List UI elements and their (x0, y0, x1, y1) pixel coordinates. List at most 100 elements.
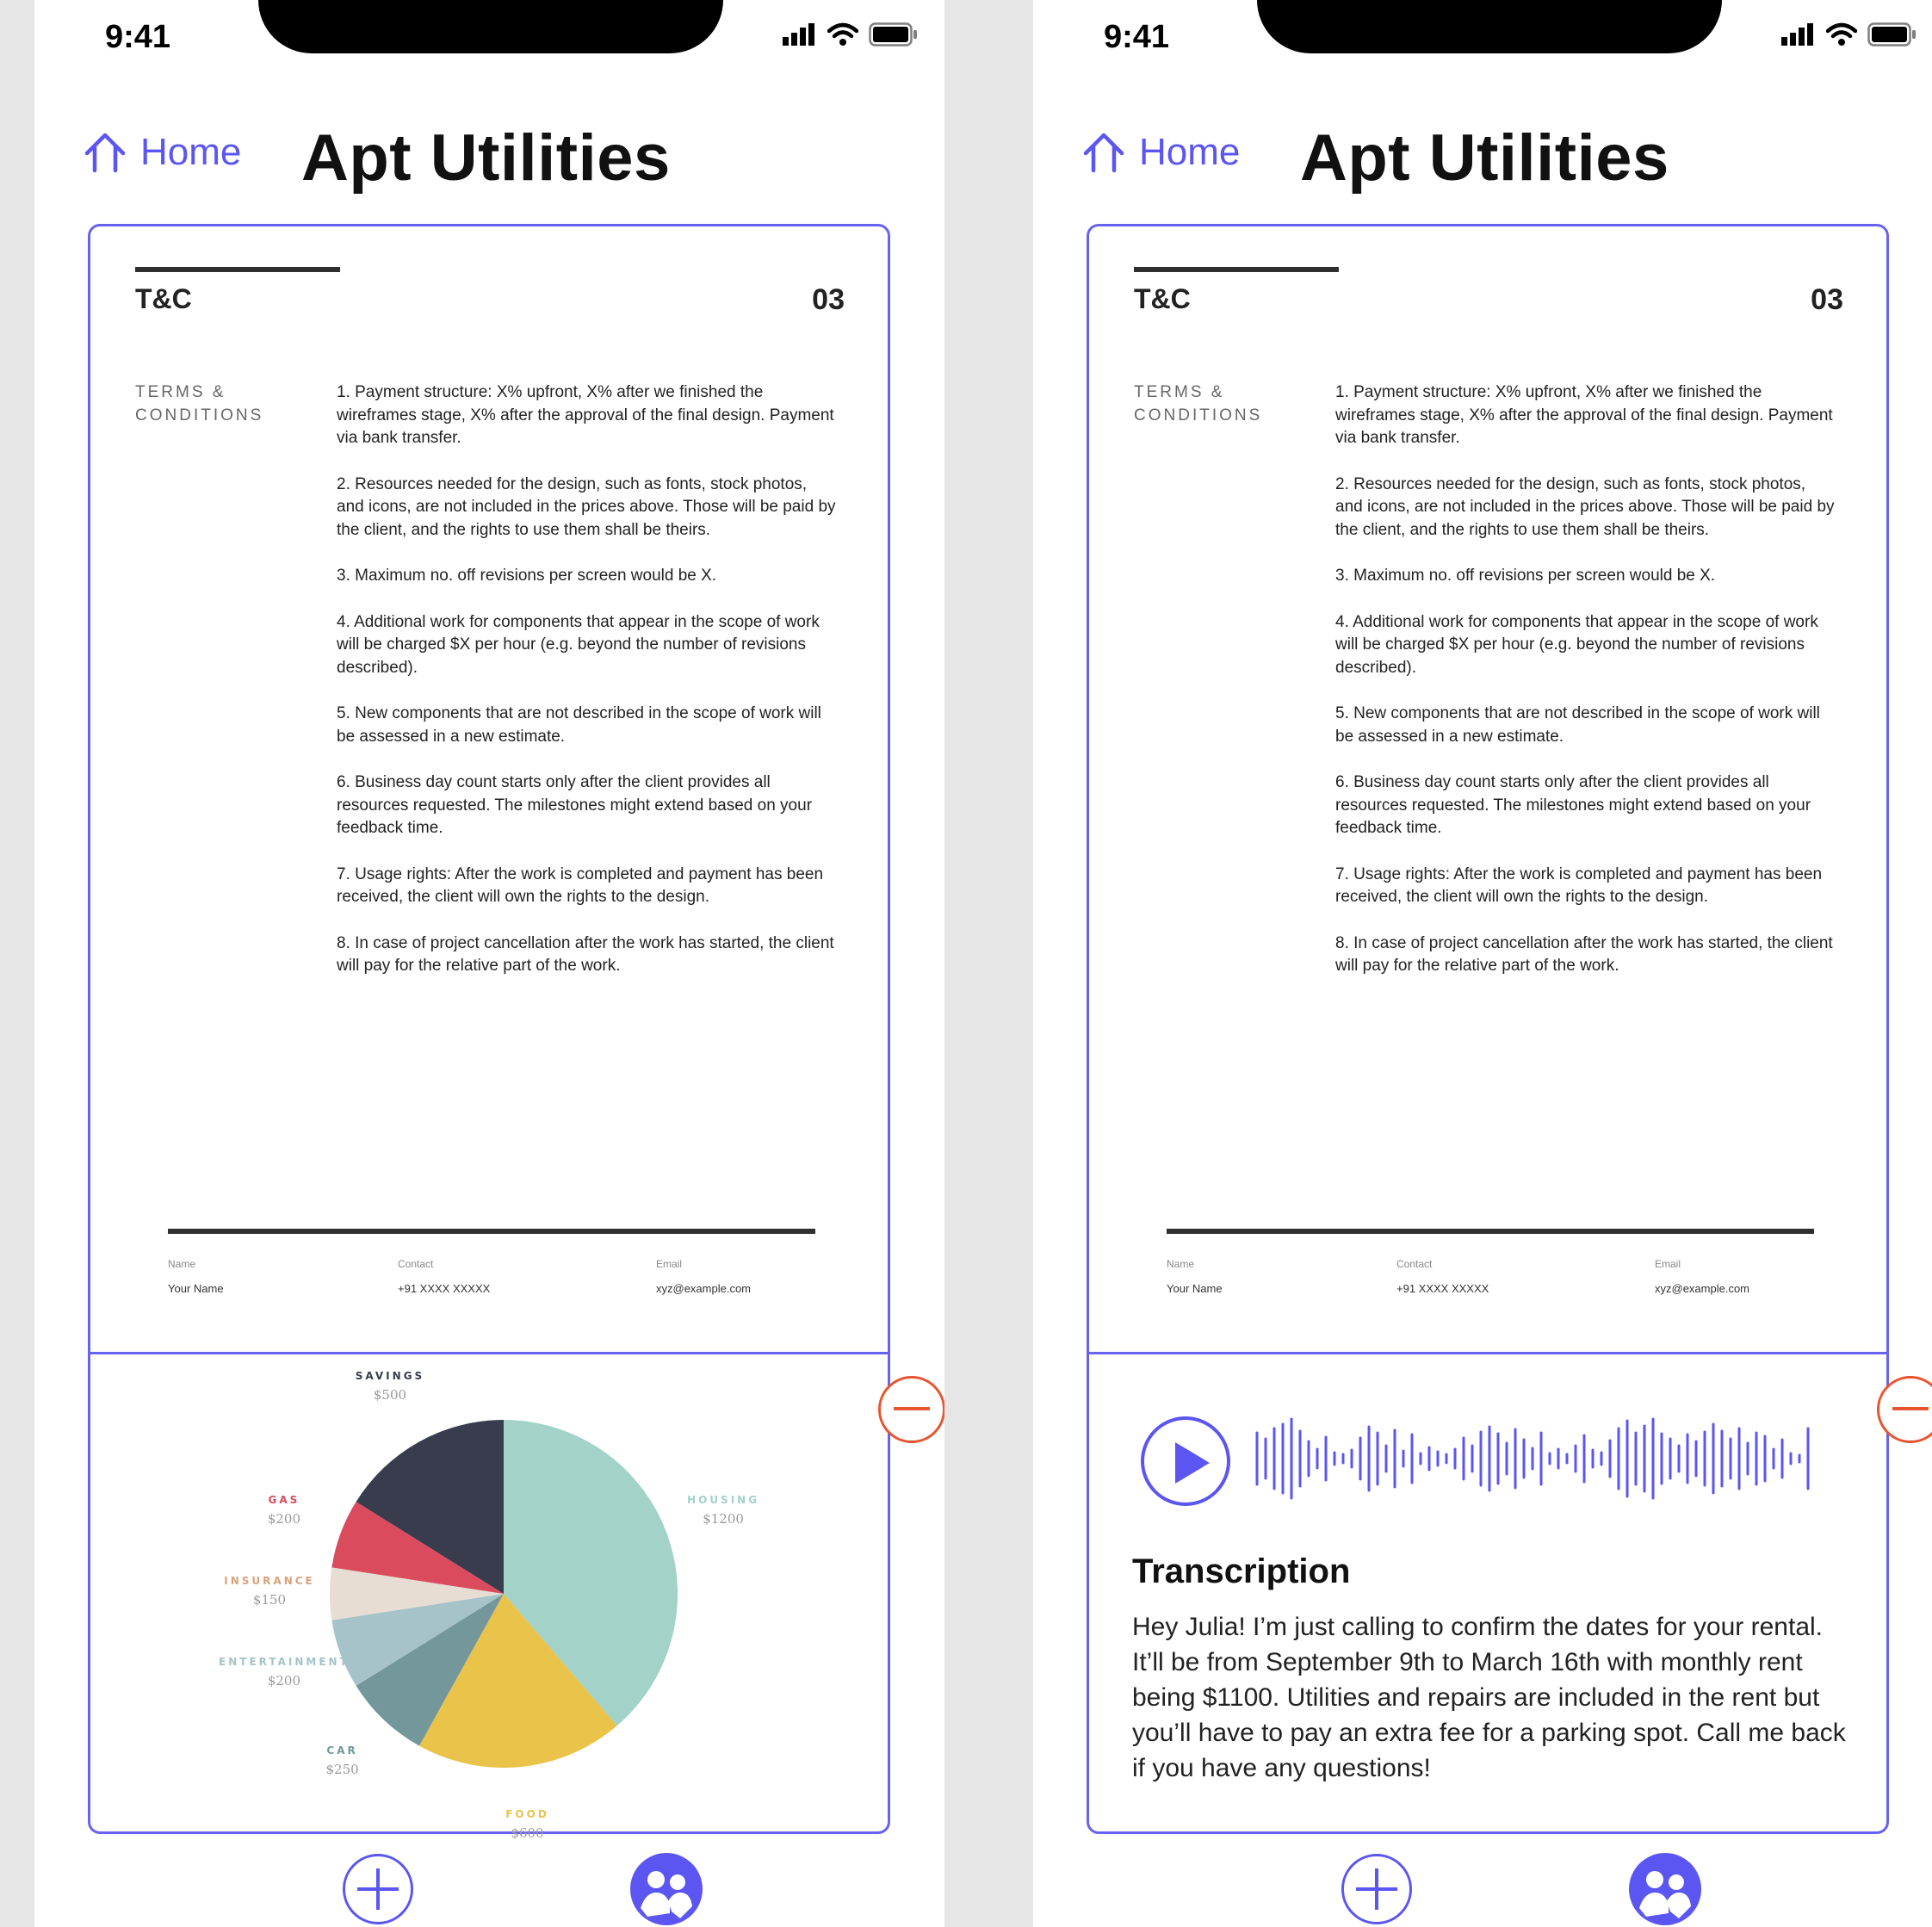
pie-label-food: FOOD $600 (459, 1808, 597, 1841)
term-item: 1. Payment structure: X% upfront, X% aft… (1335, 383, 1833, 447)
doc-top-rule (1134, 267, 1339, 272)
footer-contact-label: Contact (1396, 1258, 1433, 1270)
phone-screen-chart: 9:41 Home Apt Utilities T&C 03 TERMS & C… (34, 0, 944, 1927)
doc-heading: T&C (1134, 283, 1191, 314)
term-item: 1. Payment structure: X% upfront, X% aft… (337, 383, 834, 447)
pie-label-value: $150 (252, 1592, 287, 1608)
transcription-title: Transcription (1132, 1552, 1351, 1590)
term-item: 2. Resources needed for the design, such… (337, 474, 836, 539)
people-icon[interactable] (629, 1851, 704, 1927)
term-item: 3. Maximum no. off revisions per screen … (337, 567, 717, 585)
notch (1257, 0, 1722, 53)
add-button[interactable] (343, 1854, 413, 1924)
footer-name-label: Name (1167, 1258, 1195, 1270)
footer-name: Name Your Name (168, 1258, 224, 1295)
page-title: Apt Utilities (301, 121, 671, 195)
content-card: T&C 03 TERMS & CONDITIONS 1. Payment str… (88, 224, 890, 1841)
footer-name-value: Your Name (1167, 1282, 1223, 1295)
pie-label-name: GAS (268, 1493, 300, 1506)
pie-label-value: $1200 (703, 1510, 744, 1527)
page-title: Apt Utilities (1300, 121, 1669, 195)
pie-label-gas: GAS $200 (215, 1494, 353, 1527)
card-divider (1089, 1352, 1886, 1354)
term-item: 4. Additional work for components that a… (337, 612, 820, 677)
signal-icon (1781, 23, 1813, 46)
doc-side-label: TERMS & CONDITIONS (135, 383, 264, 424)
footer-email-label: Email (656, 1258, 683, 1270)
doc-top-rule (135, 267, 340, 272)
footer-email: Email xyz@example.com (656, 1258, 751, 1295)
status-time: 9:41 (1104, 19, 1170, 55)
signal-icon (783, 23, 814, 46)
terms-list: 1. Payment structure: X% upfront, X% aft… (337, 381, 836, 1001)
notch (258, 0, 723, 53)
pie-label-value: $200 (267, 1673, 301, 1689)
wifi-icon (827, 22, 858, 46)
doc-bottom-rule (1167, 1229, 1814, 1234)
home-icon (84, 133, 126, 173)
pie-label-name: HOUSING (687, 1493, 760, 1506)
wifi-icon (1826, 22, 1857, 46)
phone-screen-audio: 9:41 Home Apt Utilities T&C 03 TERMS & C… (1033, 0, 1932, 1927)
play-button[interactable] (1141, 1416, 1230, 1506)
transcription-text: Hey Julia! I’m just calling to confirm t… (1132, 1613, 1846, 1782)
footer-contact: Contact +91 XXXX XXXXX (1396, 1258, 1489, 1295)
footer-email: Email xyz@example.com (1655, 1258, 1749, 1295)
home-icon (1083, 133, 1124, 173)
doc-page-number: 03 (812, 283, 845, 316)
pie-label-name: SAVINGS (355, 1370, 425, 1383)
pie-label-car: CAR $250 (274, 1744, 412, 1777)
term-item: 6. Business day count starts only after … (337, 773, 813, 837)
pie-label-housing: HOUSING $1200 (654, 1494, 792, 1527)
people-icon[interactable] (1627, 1851, 1703, 1927)
term-item: 5. New components that are not described… (1335, 704, 1820, 746)
pie-label-value: $500 (373, 1387, 407, 1403)
pie-label-value: $250 (325, 1762, 359, 1778)
status-icons (783, 22, 919, 46)
pie-label-savings: SAVINGS $500 (321, 1370, 459, 1403)
footer-email-value: xyz@example.com (656, 1282, 752, 1295)
pie-label-name: CAR (326, 1744, 358, 1757)
footer-contact-label: Contact (398, 1258, 434, 1270)
add-button[interactable] (1341, 1854, 1412, 1924)
term-item: 7. Usage rights: After the work is compl… (337, 864, 824, 907)
pie-label-insurance: INSURANCE $150 (201, 1575, 338, 1608)
term-item: 8. In case of project cancellation after… (1335, 933, 1833, 976)
battery-icon (869, 22, 917, 46)
term-item: 4. Additional work for components that a… (1335, 612, 1818, 677)
term-item: 3. Maximum no. off revisions per screen … (1335, 567, 1716, 585)
home-link[interactable]: Home (82, 131, 241, 174)
term-item: 7. Usage rights: After the work is compl… (1335, 864, 1823, 907)
footer-contact: Contact +91 XXXX XXXXX (398, 1258, 490, 1295)
pie-label-name: FOOD (505, 1807, 549, 1820)
battery-icon (1867, 22, 1916, 46)
footer-email-value: xyz@example.com (1655, 1282, 1750, 1295)
doc-page-number: 03 (1811, 283, 1843, 316)
doc-bottom-rule (168, 1229, 815, 1234)
doc-side-label: TERMS & CONDITIONS (1134, 383, 1263, 424)
footer-name-label: Name (168, 1258, 196, 1270)
audio-waveform[interactable] (1253, 1416, 1812, 1502)
pie-label-name: ENTERTAINMENT (219, 1656, 350, 1669)
pie-label-entertainment: ENTERTAINMENT $200 (215, 1656, 353, 1688)
footer-name: Name Your Name (1167, 1258, 1223, 1295)
footer-contact-value: +91 XXXX XXXXX (1396, 1282, 1489, 1295)
footer-name-value: Your Name (168, 1282, 224, 1295)
home-label: Home (140, 131, 242, 173)
pie-label-name: INSURANCE (224, 1575, 315, 1587)
status-icons (1781, 22, 1917, 46)
remove-button[interactable] (878, 1376, 944, 1443)
doc-heading: T&C (135, 283, 192, 314)
pie-label-value: $200 (267, 1510, 301, 1527)
footer-email-label: Email (1655, 1258, 1681, 1270)
term-item: 5. New components that are not described… (337, 704, 821, 746)
home-link[interactable]: Home (1081, 131, 1240, 174)
home-label: Home (1139, 131, 1241, 173)
status-time: 9:41 (105, 19, 171, 55)
term-item: 6. Business day count starts only after … (1335, 773, 1811, 837)
terms-list: 1. Payment structure: X% upfront, X% aft… (1335, 381, 1835, 1001)
term-item: 2. Resources needed for the design, such… (1335, 474, 1835, 539)
term-item: 8. In case of project cancellation after… (337, 933, 834, 976)
pie-label-value: $600 (511, 1825, 544, 1841)
content-card: T&C 03 TERMS & CONDITIONS 1. Payment str… (1087, 224, 1889, 1834)
